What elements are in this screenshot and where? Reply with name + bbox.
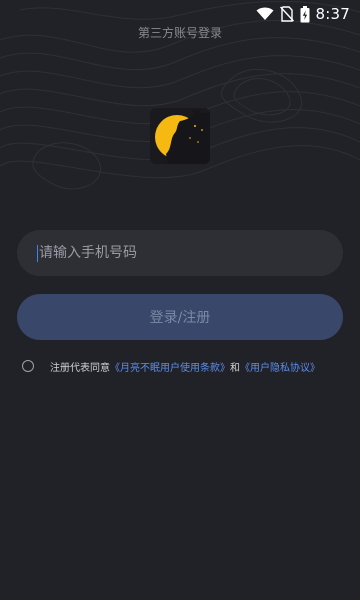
phone-input-container[interactable] xyxy=(17,230,343,276)
page-title: 第三方账号登录 xyxy=(137,26,222,40)
agreement-radio[interactable] xyxy=(22,360,34,372)
agreement-conjunction: 和 xyxy=(230,362,240,374)
app-logo xyxy=(150,108,210,164)
phone-input[interactable] xyxy=(37,244,343,262)
login-register-button[interactable]: 登录/注册 xyxy=(17,294,343,340)
privacy-link[interactable]: 《用户隐私协议》 xyxy=(240,359,320,374)
agreement-row: 注册代表同意 《月亮不眠用户使用条款》 和 《用户隐私协议》 xyxy=(22,357,320,375)
status-icons: 8:37 xyxy=(256,4,350,24)
moon-cat-logo-icon xyxy=(150,108,210,164)
text-cursor xyxy=(37,245,38,262)
no-sim-icon xyxy=(279,6,294,22)
battery-charging-icon xyxy=(300,5,310,22)
wifi-icon xyxy=(256,7,274,20)
agreement-prefix: 注册代表同意 xyxy=(50,362,110,374)
status-time: 8:37 xyxy=(315,5,350,23)
terms-link[interactable]: 《月亮不眠用户使用条款》 xyxy=(110,359,230,374)
